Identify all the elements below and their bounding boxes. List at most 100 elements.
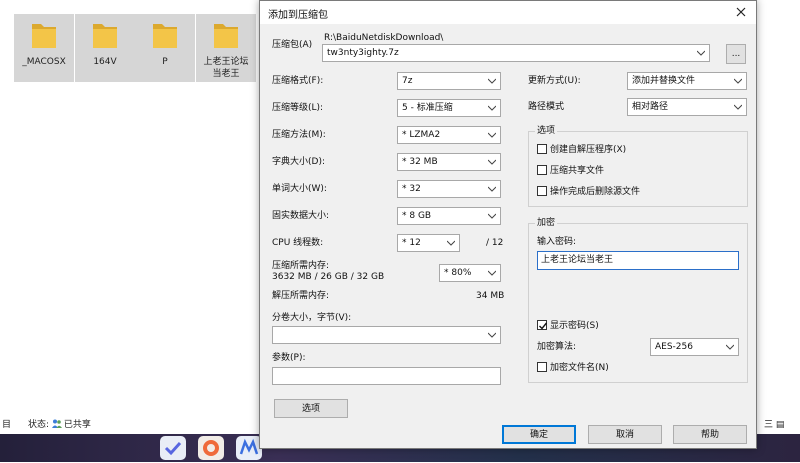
method-value: * LZMA2 — [402, 130, 441, 140]
chevron-down-icon — [488, 132, 496, 138]
status-left-text: 目 — [2, 420, 12, 430]
show-password-checkbox[interactable]: 显示密码(S) — [537, 320, 599, 332]
chevron-down-icon — [697, 50, 705, 56]
checkbox-box — [537, 186, 547, 196]
solid-label: 固实数据大小: — [272, 211, 330, 221]
word-value: * 32 — [402, 184, 421, 194]
checkbox-box — [537, 144, 547, 154]
split-size-combo[interactable] — [272, 326, 501, 344]
dict-select[interactable]: * 32 MB — [397, 153, 501, 171]
folder-label: P — [162, 57, 168, 67]
method-label: 压缩方法(M): — [272, 130, 326, 140]
browse-button[interactable]: ... — [726, 44, 746, 64]
mem-percent-select[interactable]: * 80% — [439, 264, 501, 282]
password-label: 输入密码: — [537, 237, 577, 247]
browser-icon — [203, 440, 219, 456]
split-label: 分卷大小，字节(V): — [272, 313, 352, 323]
chevron-down-icon — [447, 240, 455, 246]
chevron-down-icon — [488, 105, 496, 111]
options-group-title: 选项 — [535, 125, 558, 137]
archive-name-combo[interactable]: tw3nty3ighty.7z — [322, 44, 710, 62]
check-shield-icon — [164, 441, 182, 456]
cpu-select[interactable]: * 12 — [397, 234, 460, 252]
path-mode-select[interactable]: 相对路径 — [627, 98, 747, 116]
method-select[interactable]: * LZMA2 — [397, 126, 501, 144]
params-input[interactable] — [272, 367, 501, 385]
encryption-group: 加密 输入密码: 上老王论坛当老王 显示密码(S) 加密算法: AES-256 … — [528, 217, 748, 383]
folder-icon — [93, 24, 117, 48]
folder-label: _MACOSX — [22, 57, 66, 67]
checkbox-box-checked — [537, 320, 548, 330]
archive-path: R:\BaiduNetdiskDownload\ — [324, 33, 444, 43]
word-label: 单词大小(W): — [272, 184, 327, 194]
sfx-checkbox-label: 创建自解压程序(X) — [550, 145, 627, 155]
encrypt-names-checkbox[interactable]: 加密文件名(N) — [537, 362, 609, 374]
sfx-checkbox[interactable]: 创建自解压程序(X) — [537, 144, 626, 156]
update-mode-select[interactable]: 添加并替换文件 — [627, 72, 747, 90]
path-mode-label: 路径模式 — [528, 102, 565, 112]
mem-detail: 3632 MB / 26 GB / 32 GB — [272, 272, 385, 282]
solid-select[interactable]: * 8 GB — [397, 207, 501, 225]
close-icon[interactable] — [732, 3, 750, 21]
show-password-label: 显示密码(S) — [550, 321, 599, 331]
status-state: 状态: 已共享 — [28, 416, 91, 434]
folder-icon — [214, 24, 238, 48]
archive-name-value: tw3nty3ighty.7z — [327, 48, 399, 58]
update-label: 更新方式(U): — [528, 76, 581, 86]
chevron-down-icon — [488, 270, 496, 276]
chevron-down-icon — [734, 78, 742, 84]
chevron-down-icon — [488, 78, 496, 84]
status-state-label: 状态: — [28, 420, 50, 430]
solid-value: * 8 GB — [402, 211, 432, 221]
update-mode-value: 添加并替换文件 — [632, 76, 696, 86]
cancel-button[interactable]: 取消 — [588, 425, 662, 444]
status-shared-text: 已共享 — [63, 420, 91, 430]
shared-users-icon — [51, 419, 62, 428]
word-select[interactable]: * 32 — [397, 180, 501, 198]
params-label: 参数(P): — [272, 353, 306, 363]
chevron-down-icon — [488, 186, 496, 192]
chevron-down-icon — [488, 213, 496, 219]
folder-item[interactable]: P — [135, 14, 195, 82]
view-toggle-icons[interactable]: 三 ▤ — [764, 416, 784, 434]
archive-label: 压缩包(A) — [272, 40, 313, 50]
folder-icon — [153, 24, 177, 48]
shared-files-checkbox[interactable]: 压缩共享文件 — [537, 165, 604, 177]
mem-percent-value: * 80% — [444, 268, 472, 278]
format-select[interactable]: 7z — [397, 72, 501, 90]
folder-label: 164V — [93, 57, 117, 67]
encryption-group-title: 加密 — [535, 217, 558, 229]
options-button[interactable]: 选项 — [274, 399, 348, 418]
options-group: 选项 创建自解压程序(X) 压缩共享文件 操作完成后删除源文件 — [528, 125, 748, 207]
format-label: 压缩格式(F): — [272, 76, 324, 86]
ok-button[interactable]: 确定 — [502, 425, 576, 444]
chevron-down-icon — [726, 344, 734, 350]
level-value: 5 - 标准压缩 — [402, 103, 453, 113]
decomp-value: 34 MB — [476, 291, 505, 301]
folder-item[interactable]: _MACOSX — [14, 14, 74, 82]
dialog-title: 添加到压缩包 — [268, 10, 328, 21]
shared-files-checkbox-label: 压缩共享文件 — [550, 166, 605, 176]
app-icon[interactable] — [198, 436, 224, 460]
folder-item[interactable]: 164V — [75, 14, 135, 82]
delete-source-checkbox[interactable]: 操作完成后删除源文件 — [537, 186, 640, 198]
encrypt-names-label: 加密文件名(N) — [550, 363, 609, 373]
level-select[interactable]: 5 - 标准压缩 — [397, 99, 501, 117]
password-input[interactable]: 上老王论坛当老王 — [537, 251, 739, 270]
folder-item[interactable]: 上老王论坛当老王 — [196, 14, 256, 82]
level-label: 压缩等级(L): — [272, 103, 324, 113]
cpu-total: / 12 — [486, 238, 504, 248]
encryption-algo-select[interactable]: AES-256 — [650, 338, 739, 356]
algo-label: 加密算法: — [537, 342, 577, 352]
folder-label: 上老王论坛当老王 — [203, 57, 249, 79]
dict-value: * 32 MB — [402, 157, 438, 167]
checkmark-icon — [539, 322, 548, 330]
app-icon[interactable] — [160, 436, 186, 460]
folder-icon — [32, 24, 56, 48]
dialog-titlebar[interactable]: 添加到压缩包 — [260, 1, 756, 24]
checkbox-box — [537, 165, 547, 175]
delete-source-checkbox-label: 操作完成后删除源文件 — [550, 187, 641, 197]
help-button[interactable]: 帮助 — [673, 425, 747, 444]
decomp-label: 解压所需内存: — [272, 291, 330, 301]
dict-label: 字典大小(D): — [272, 157, 325, 167]
